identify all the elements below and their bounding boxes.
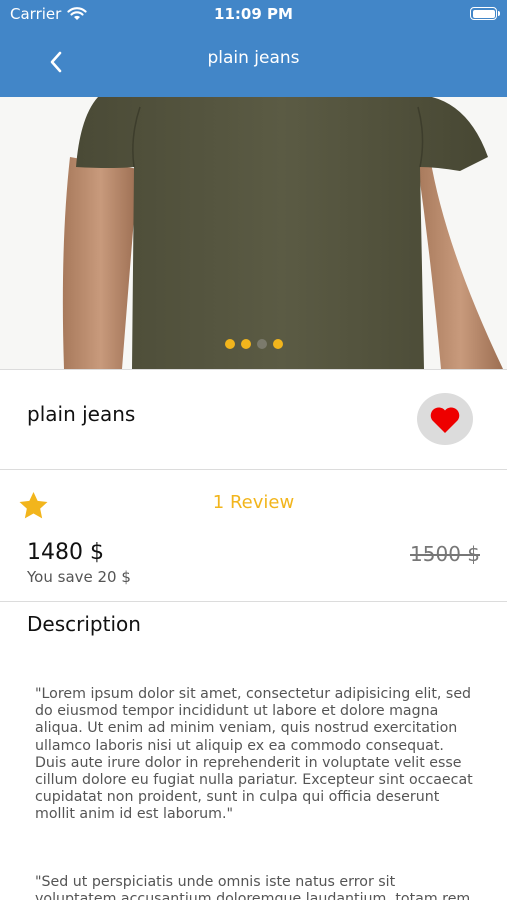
divider [0,601,507,602]
product-image [0,97,507,369]
product-name-row: plain jeans [0,370,507,469]
status-time: 11:09 PM [214,5,293,23]
nav-bar: plain jeans [0,40,507,80]
product-image-carousel[interactable] [0,97,507,369]
carousel-dot[interactable] [224,339,235,349]
status-bar: Carrier 11:09 PM [0,0,507,28]
current-price: 1480 $ [27,540,104,565]
review-link[interactable]: 1 Review [0,492,507,513]
description-paragraph: "Sed ut perspiciatis unde omnis iste nat… [35,874,471,900]
carousel-indicator [0,339,507,349]
product-name: plain jeans [27,402,136,426]
description-title: Description [27,612,141,636]
carousel-dot-active[interactable] [256,339,267,349]
rating-price-section: 1 Review 1480 $ You save 20 $ 1500 $ [0,470,507,600]
battery-icon [470,7,500,20]
carousel-dot[interactable] [272,339,283,349]
carousel-dot[interactable] [240,339,251,349]
description-paragraph: "Lorem ipsum dolor sit amet, consectetur… [35,686,473,823]
app-header: Carrier 11:09 PM plain jeans [0,0,507,97]
savings-text: You save 20 $ [27,568,131,586]
favorite-button[interactable] [417,393,473,445]
page-title: plain jeans [207,48,300,68]
original-price: 1500 $ [410,542,480,566]
heart-icon [430,406,460,433]
